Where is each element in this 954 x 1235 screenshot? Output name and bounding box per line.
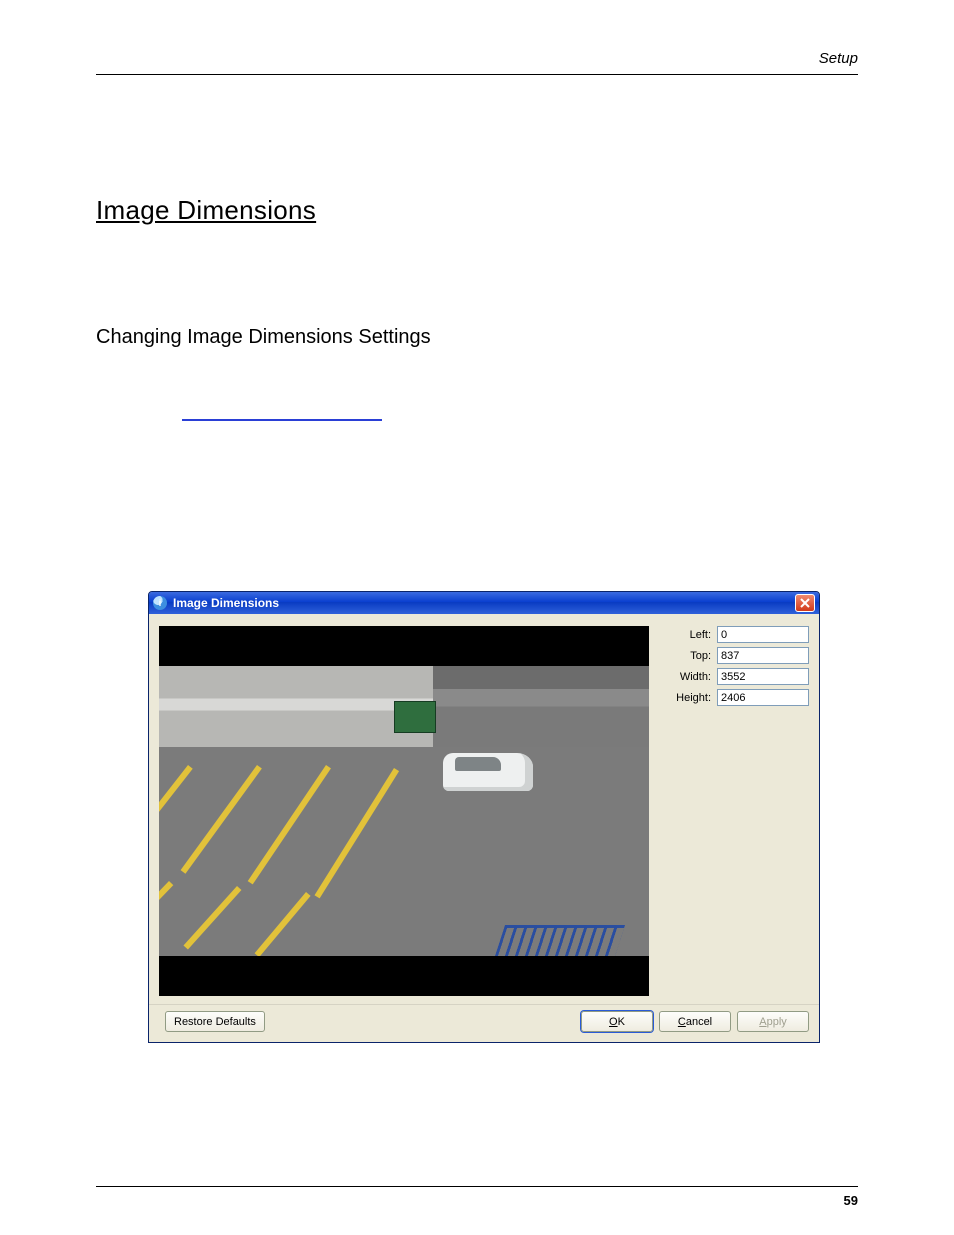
left-label: Left: [690,629,711,641]
hyperlink-placeholder[interactable] [182,419,382,421]
width-label: Width: [680,671,711,683]
left-input[interactable] [717,626,809,643]
height-label: Height: [676,692,711,704]
preview-scene [159,666,649,956]
info-icon: i [153,596,167,610]
image-dimensions-dialog: i Image Dimensions [148,591,820,1043]
close-icon [800,598,810,608]
image-preview [159,626,649,996]
heading-image-dimensions: Image Dimensions [96,195,858,226]
top-label: Top: [690,650,711,662]
dialog-title: Image Dimensions [173,596,279,610]
restore-defaults-button[interactable]: Restore Defaults [165,1011,265,1032]
top-input[interactable] [717,647,809,664]
dialog-titlebar: i Image Dimensions [149,592,819,614]
page-footer: 59 [96,1186,858,1187]
apply-button[interactable]: Apply [737,1011,809,1032]
width-input[interactable] [717,668,809,685]
running-header: Setup [96,50,858,75]
header-section: Setup [819,50,858,67]
dimension-fields: Left: Top: Width: Height: [659,626,809,996]
close-button[interactable] [795,594,815,612]
height-input[interactable] [717,689,809,706]
ok-button[interactable]: OK [581,1011,653,1032]
page-number: 59 [844,1193,858,1208]
cancel-button[interactable]: Cancel [659,1011,731,1032]
heading-changing-settings: Changing Image Dimensions Settings [96,326,858,349]
